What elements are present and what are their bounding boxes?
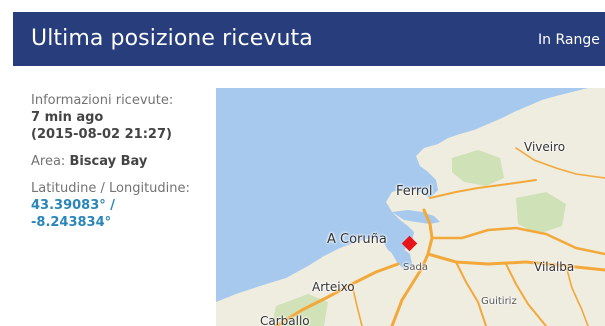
panel-header: Ultima posizione ricevuta In Range	[13, 12, 605, 66]
area-value: Biscay Bay	[69, 154, 148, 169]
place-label-sada: Sada	[403, 262, 428, 273]
location-map[interactable]: Viveiro Ferrol A Coruña Sada Vilalba Art…	[216, 88, 605, 326]
position-info: Informazioni ricevute: 7 min ago (2015-0…	[31, 92, 209, 231]
received-ago: 7 min ago	[31, 110, 104, 125]
place-label-guitiriz: Guitiriz	[481, 296, 517, 307]
panel-title: Ultima posizione ricevuta	[31, 26, 313, 51]
received-label: Informazioni ricevute:	[31, 93, 174, 108]
coordinates-label: Latitudine / Longitudine:	[31, 181, 190, 196]
latitude-value: 43.39083° /	[31, 198, 116, 213]
area-label: Area:	[31, 154, 66, 169]
place-label-ferrol: Ferrol	[396, 184, 433, 199]
received-timestamp: (2015-08-02 21:27)	[31, 127, 172, 142]
range-status: In Range	[538, 32, 600, 48]
place-label-arteixo: Arteixo	[312, 280, 355, 294]
coordinates-info: Latitudine / Longitudine: 43.39083° / -8…	[31, 180, 209, 231]
place-label-carballo: Carballo	[260, 314, 310, 326]
place-label-vilalba: Vilalba	[534, 260, 575, 274]
place-label-viveiro: Viveiro	[524, 140, 566, 154]
received-info: Informazioni ricevute: 7 min ago (2015-0…	[31, 92, 209, 143]
longitude-value: -8.243834°	[31, 215, 112, 230]
area-info: Area: Biscay Bay	[31, 153, 209, 170]
map-canvas[interactable]	[216, 88, 605, 326]
place-label-a-coruna: A Coruña	[327, 232, 387, 247]
